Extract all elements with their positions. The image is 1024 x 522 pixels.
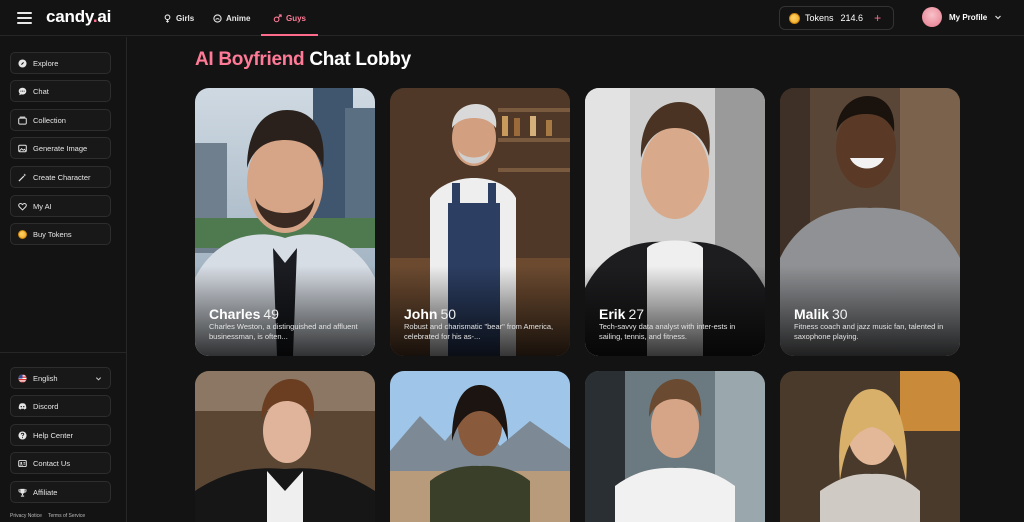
sidebar-item-label: Chat bbox=[33, 86, 49, 96]
sidebar-divider bbox=[0, 352, 126, 353]
sidebar-item-label: My AI bbox=[33, 201, 52, 211]
trophy-icon bbox=[18, 488, 27, 497]
character-card-malik[interactable]: Malik 30 Fitness coach and jazz music fan… bbox=[780, 88, 960, 356]
sidebar-item-label: Discord bbox=[33, 401, 59, 411]
language-label: English bbox=[33, 373, 58, 383]
tab-guys-label: Guys bbox=[286, 13, 307, 23]
character-card[interactable] bbox=[390, 371, 570, 522]
us-flag-icon bbox=[18, 373, 27, 383]
tab-girls[interactable]: Girls bbox=[163, 0, 194, 36]
character-photo bbox=[780, 371, 960, 522]
sidebar-item-label: Affiliate bbox=[33, 487, 58, 497]
character-name: Erik 27 bbox=[599, 306, 645, 322]
help-icon bbox=[18, 430, 27, 440]
character-card[interactable] bbox=[585, 371, 765, 522]
sidebar-item-generate-image[interactable]: Generate Image bbox=[10, 137, 111, 159]
sidebar-item-label: Contact Us bbox=[33, 458, 71, 468]
profile-label: My Profile bbox=[949, 12, 988, 22]
app-logo[interactable]: candy.ai bbox=[46, 7, 111, 27]
sidebar-item-collection[interactable]: Collection bbox=[10, 109, 111, 131]
coin-icon bbox=[789, 12, 800, 24]
chevron-down-icon bbox=[95, 377, 102, 381]
character-photo bbox=[585, 371, 765, 522]
character-card[interactable] bbox=[780, 371, 960, 522]
character-description: Charles Weston, a distinguished and affl… bbox=[209, 322, 358, 341]
collection-icon bbox=[18, 116, 27, 125]
avatar bbox=[922, 7, 942, 27]
sidebar-item-label: Generate Image bbox=[33, 143, 88, 153]
tab-anime[interactable]: Anime bbox=[213, 0, 250, 36]
chat-bubble-icon bbox=[18, 87, 27, 95]
tokens-balance: 214.6 bbox=[840, 13, 864, 23]
image-icon bbox=[18, 144, 27, 152]
character-name: John 50 bbox=[404, 306, 457, 322]
tab-girls-label: Girls bbox=[176, 13, 195, 23]
page-title-rest: Chat Lobby bbox=[309, 49, 411, 70]
coin-icon bbox=[18, 229, 27, 239]
character-card-erik[interactable]: Erik 27 Tech-savvy data analyst with inte… bbox=[585, 88, 765, 356]
terms-of-service-link[interactable]: Terms of Service bbox=[48, 513, 85, 519]
female-icon bbox=[164, 13, 171, 23]
language-select[interactable]: English bbox=[10, 367, 111, 389]
profile-menu[interactable]: My Profile bbox=[922, 6, 1002, 28]
hamburger-menu-icon[interactable] bbox=[17, 12, 32, 24]
anime-icon bbox=[213, 13, 222, 23]
top-bar: candy.ai Girls Anime Guys Tokens 214.6 +… bbox=[0, 0, 1024, 36]
sidebar-item-label: Help Center bbox=[33, 430, 74, 440]
page-title: AI Boyfriend Chat Lobby bbox=[195, 49, 411, 71]
male-icon bbox=[273, 13, 282, 22]
sidebar-item-help-center[interactable]: Help Center bbox=[10, 424, 111, 446]
sidebar-item-chat[interactable]: Chat bbox=[10, 80, 111, 102]
character-name: Malik 30 bbox=[794, 306, 848, 322]
sidebar-item-label: Create Character bbox=[33, 172, 91, 182]
tokens-label: Tokens bbox=[805, 13, 834, 23]
sidebar-item-explore[interactable]: Explore bbox=[10, 52, 111, 74]
sidebar-item-create-character[interactable]: Create Character bbox=[10, 166, 111, 188]
sidebar-item-affiliate[interactable]: Affiliate bbox=[10, 481, 111, 503]
compass-icon bbox=[18, 58, 27, 68]
sidebar-item-contact-us[interactable]: Contact Us bbox=[10, 452, 111, 474]
character-photo bbox=[195, 371, 375, 522]
contact-icon bbox=[18, 459, 27, 467]
privacy-notice-link[interactable]: Privacy Notice bbox=[10, 513, 42, 519]
add-tokens-button[interactable]: + bbox=[874, 11, 881, 25]
character-description: Robust and charismatic "bear" from Ameri… bbox=[404, 322, 554, 341]
character-photo bbox=[390, 371, 570, 522]
heart-icon bbox=[18, 202, 27, 211]
sidebar-item-buy-tokens[interactable]: Buy Tokens bbox=[10, 223, 111, 245]
sidebar-item-label: Explore bbox=[33, 58, 59, 68]
sidebar-item-my-ai[interactable]: My AI bbox=[10, 195, 111, 217]
discord-icon bbox=[18, 402, 27, 410]
tab-anime-label: Anime bbox=[226, 13, 251, 23]
page-title-accent: AI Boyfriend bbox=[195, 49, 305, 70]
sidebar-item-discord[interactable]: Discord bbox=[10, 395, 111, 417]
tokens-widget[interactable]: Tokens 214.6 + bbox=[779, 6, 894, 30]
character-description: Fitness coach and jazz music fan, talent… bbox=[794, 322, 944, 341]
character-card[interactable] bbox=[195, 371, 375, 522]
character-card-charles[interactable]: Charles 49 Charles Weston, a distinguishe… bbox=[195, 88, 375, 356]
character-name: Charles 49 bbox=[209, 306, 279, 322]
sidebar-item-label: Collection bbox=[33, 115, 66, 125]
sidebar: Explore Chat Collection Generate Image C… bbox=[0, 37, 127, 522]
character-description: Tech-savvy data analyst with inter-ests … bbox=[599, 322, 736, 341]
chevron-down-icon bbox=[995, 15, 1002, 20]
tab-guys[interactable]: Guys bbox=[260, 0, 319, 36]
character-card-john[interactable]: John 50 Robust and charismatic "bear" fro… bbox=[390, 88, 570, 356]
sidebar-item-label: Buy Tokens bbox=[33, 229, 72, 239]
footer-links: Privacy Notice Terms of Service bbox=[10, 513, 85, 519]
magic-wand-icon bbox=[18, 173, 27, 182]
